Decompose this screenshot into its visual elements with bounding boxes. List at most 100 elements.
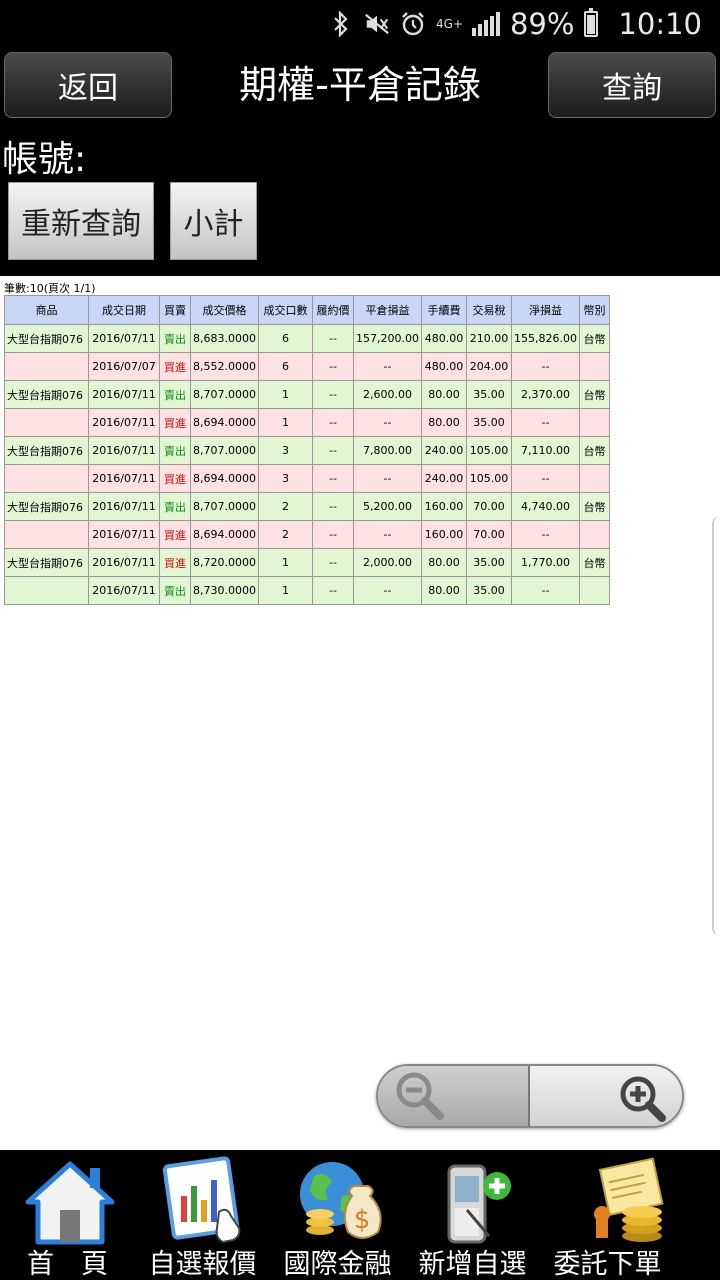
table-cell: 160.00 xyxy=(420,520,467,549)
table-cell: 1 xyxy=(257,576,313,605)
table-cell: 2016/07/11 xyxy=(88,408,160,437)
subtotal-button[interactable]: 小計 xyxy=(170,182,257,260)
coins-order-icon xyxy=(594,1157,664,1242)
table-cell xyxy=(578,408,610,437)
bluetooth-icon xyxy=(328,11,354,37)
home-icon xyxy=(25,1161,115,1245)
mute-icon xyxy=(364,11,390,37)
bottom-nav: 首 頁 自選報價 $ 國際金融 新增自選 委託下單 xyxy=(0,1150,720,1280)
scroll-edge-indicator xyxy=(712,516,720,936)
status-bar: 4G+ 89% 10:10 xyxy=(0,0,720,48)
table-cell: 35.00 xyxy=(465,380,512,409)
table-cell: 480.00 xyxy=(420,352,467,381)
records-table: 商品 成交日期 買賣 成交價格 成交口數 履約價 平倉損益 手續費 交易稅 淨損… xyxy=(4,295,610,605)
nav-label: 國際金融 xyxy=(283,1249,392,1280)
table-row[interactable]: 大型台指期076 2016/07/11 賣出 8,683.0000 6 -- 157,200… xyxy=(4,324,610,353)
table-cell: 1 xyxy=(257,408,313,437)
back-button[interactable]: 返回 xyxy=(4,52,172,118)
table-cell: 1 xyxy=(257,548,313,577)
table-row[interactable]: 大型台指期076 2016/07/11 賣出 8,707.0000 2 -- 5,200.0… xyxy=(4,492,610,521)
table-cell: 大型台指期076 xyxy=(4,492,89,521)
network-type: 4G+ xyxy=(435,17,463,31)
query-button[interactable]: 查詢 xyxy=(548,52,716,118)
table-cell: 台幣 xyxy=(578,492,610,521)
table-cell: -- xyxy=(311,324,354,353)
nav-place-order[interactable]: 委託下單 xyxy=(540,1150,720,1280)
table-cell: 210.00 xyxy=(465,324,512,353)
table-cell: -- xyxy=(510,520,580,549)
table-cell xyxy=(4,408,89,437)
table-cell xyxy=(578,576,610,605)
zoom-out-icon xyxy=(396,1072,444,1120)
column-header: 淨損益 xyxy=(510,295,580,325)
column-header: 成交價格 xyxy=(190,295,259,325)
zoom-in-button[interactable] xyxy=(530,1066,682,1126)
table-cell: 2 xyxy=(257,492,313,521)
table-cell: 8,683.0000 xyxy=(190,324,259,353)
table-cell: -- xyxy=(510,576,580,605)
table-row[interactable]: 2016/07/11 買進 8,694.0000 1 -- -- 80.00 35.00 -- xyxy=(4,408,610,437)
table-cell: -- xyxy=(352,520,422,549)
table-row[interactable]: 大型台指期076 2016/07/11 買進 8,720.0000 1 -- 2,000.0… xyxy=(4,548,610,577)
table-cell: 賣出 xyxy=(159,492,191,521)
table-cell: 3 xyxy=(257,436,313,465)
zoom-out-button[interactable] xyxy=(378,1066,531,1126)
table-header-row: 商品 成交日期 買賣 成交價格 成交口數 履約價 平倉損益 手續費 交易稅 淨損… xyxy=(4,295,610,325)
record-count: 筆數:10(頁次 1/1) xyxy=(4,282,96,295)
table-cell: 賣出 xyxy=(159,436,191,465)
table-cell: 大型台指期076 xyxy=(4,548,89,577)
table-cell: -- xyxy=(311,520,354,549)
page-title: 期權-平倉記錄 xyxy=(239,63,481,107)
table-cell: 157,200.00 xyxy=(352,324,422,353)
table-cell: 35.00 xyxy=(465,576,512,605)
table-cell: 1,770.00 xyxy=(510,548,580,577)
signal-icon xyxy=(471,12,500,36)
table-cell: 3 xyxy=(257,464,313,493)
table-cell: -- xyxy=(311,408,354,437)
nav-label: 新增自選 xyxy=(418,1249,527,1280)
table-cell: -- xyxy=(311,464,354,493)
table-row[interactable]: 2016/07/11 買進 8,694.0000 3 -- -- 240.00 105.00-… xyxy=(4,464,610,493)
nav-international-finance[interactable]: $ 國際金融 xyxy=(270,1150,405,1280)
table-row[interactable]: 大型台指期076 2016/07/11 賣出 8,707.0000 1 -- 2,600.0… xyxy=(4,380,610,409)
zoom-in-icon xyxy=(620,1076,666,1122)
table-row[interactable]: 2016/07/11 賣出 8,730.0000 1 -- -- 80.00 35.00 -- xyxy=(4,576,610,605)
table-cell xyxy=(4,520,89,549)
table-cell: 80.00 xyxy=(420,408,467,437)
nav-label: 首 頁 xyxy=(27,1249,108,1280)
account-label: 帳號: xyxy=(2,139,87,180)
table-cell: 8,552.0000 xyxy=(190,352,259,381)
table-cell: 2016/07/11 xyxy=(88,436,160,465)
nav-add-watchlist[interactable]: 新增自選 xyxy=(405,1150,540,1280)
table-row[interactable]: 大型台指期076 2016/07/11 賣出 8,707.0000 3 -- 7,800.0… xyxy=(4,436,610,465)
table-cell: -- xyxy=(510,464,580,493)
table-cell: 80.00 xyxy=(420,576,467,605)
battery-icon xyxy=(584,8,599,37)
table-cell: 2 xyxy=(257,520,313,549)
table-cell xyxy=(578,464,610,493)
table-row[interactable]: 2016/07/07 買進 8,552.0000 6 -- -- 480.00 204.00-… xyxy=(4,352,610,381)
phone-add-icon xyxy=(447,1164,511,1244)
table-cell: 80.00 xyxy=(420,548,467,577)
nav-home[interactable]: 首 頁 xyxy=(0,1150,135,1280)
table-cell: 2016/07/11 xyxy=(88,380,160,409)
nav-watchlist-quote[interactable]: 自選報價 xyxy=(135,1150,270,1280)
table-cell xyxy=(4,576,89,605)
column-header: 買賣 xyxy=(159,295,191,325)
table-cell: 8,707.0000 xyxy=(190,436,259,465)
table-cell: 105.00 xyxy=(465,464,512,493)
column-header: 交易稅 xyxy=(465,295,512,325)
requery-button[interactable]: 重新查詢 xyxy=(8,182,154,260)
records-panel[interactable]: 筆數:10(頁次 1/1) 商品 成交日期 買賣 成交價格 成交口數 履約價 平… xyxy=(0,276,720,1150)
table-cell: 7,110.00 xyxy=(510,436,580,465)
table-cell: -- xyxy=(352,464,422,493)
table-cell: 買進 xyxy=(159,408,191,437)
table-cell: -- xyxy=(311,492,354,521)
table-row[interactable]: 2016/07/11 買進 8,694.0000 2 -- -- 160.00 70.00 -- xyxy=(4,520,610,549)
table-cell: 8,707.0000 xyxy=(190,492,259,521)
table-cell: 賣出 xyxy=(159,576,191,605)
table-cell: -- xyxy=(352,352,422,381)
table-cell: 240.00 xyxy=(420,436,467,465)
table-cell xyxy=(4,352,89,381)
table-cell: -- xyxy=(352,408,422,437)
